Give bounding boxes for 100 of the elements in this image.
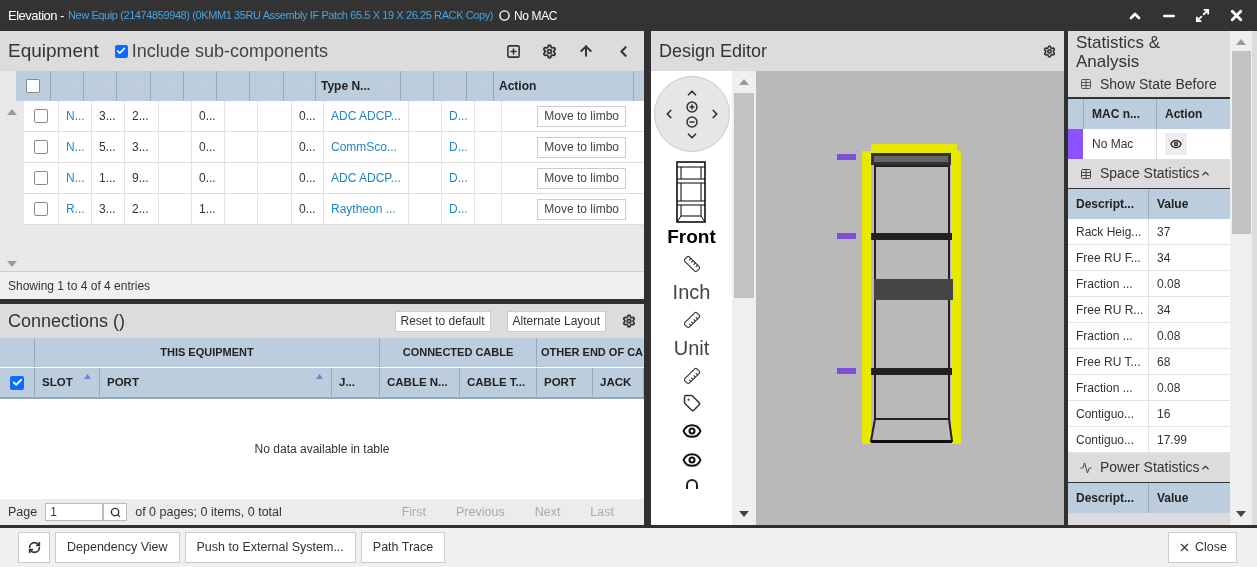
column-header[interactable]: PORT (100, 368, 332, 397)
column-header[interactable]: Value (1157, 489, 1189, 507)
checkbox[interactable] (34, 171, 48, 185)
section-title[interactable]: Show State Before (1100, 73, 1217, 95)
move-to-limbo-button[interactable]: Move to limbo (537, 167, 626, 189)
refresh-button[interactable] (18, 532, 50, 563)
scrollbar[interactable] (1230, 31, 1252, 525)
scroll-up-icon[interactable] (739, 79, 749, 85)
cell-link[interactable]: D... (449, 200, 468, 218)
section-title[interactable]: Space Statistics (1100, 163, 1200, 184)
settings-icon[interactable] (1043, 44, 1056, 58)
sort-ascending-icon[interactable] (315, 373, 324, 380)
page-field[interactable]: 1 (45, 503, 104, 521)
cell-link[interactable]: Raytheon ... (331, 200, 396, 218)
table-cell-text: 34 (1157, 301, 1171, 319)
scrollbar[interactable] (732, 71, 756, 525)
close-icon[interactable] (1228, 7, 1245, 24)
table-row[interactable]: N... 3... 2... 0... 0... ADC ADCP... D... Move to limbo (24, 101, 644, 132)
table-cell-text: 3... (99, 108, 116, 125)
checkbox[interactable] (26, 79, 40, 93)
checkbox[interactable] (34, 140, 48, 154)
close-button[interactable]: Close (1168, 532, 1237, 563)
checkmark-icon (11, 377, 23, 388)
scroll-up-icon[interactable] (1236, 39, 1246, 45)
tag-icon[interactable] (682, 394, 701, 412)
search-button[interactable] (103, 503, 128, 521)
search-icon (109, 506, 121, 518)
footer-button[interactable]: Path Trace (360, 532, 446, 563)
table-cell-text: 0... (299, 139, 316, 156)
rack-front-icon[interactable] (676, 161, 707, 223)
cell-link[interactable]: R... (66, 200, 85, 218)
cell-link[interactable]: ADC ADCP... (331, 169, 401, 187)
footer-button[interactable]: Push to External System... (184, 532, 356, 563)
cell-link[interactable]: D... (449, 169, 468, 187)
arch-icon[interactable] (684, 479, 699, 489)
column-header[interactable]: Action (1165, 105, 1203, 123)
table-cell-text: 17.99 (1157, 431, 1188, 449)
view-button[interactable] (1165, 133, 1187, 155)
zoom-out-icon[interactable] (685, 115, 698, 128)
table-row[interactable]: N... 1... 9... 0... 0... ADC ADCP... D... Move to limbo (24, 163, 644, 194)
table-row[interactable]: N... 5... 3... 0... 0... CommSco... D... Move to limbo (24, 132, 644, 163)
table-cell-text: 68 (1157, 353, 1171, 371)
group-header: THIS EQUIPMENT (160, 345, 254, 361)
circle-icon (499, 10, 511, 21)
layout-button[interactable]: Alternate Layout (506, 310, 606, 332)
table-cell-text: 1... (99, 170, 116, 187)
table-cell-text: 0... (299, 108, 316, 125)
equipment-link[interactable]: New Equip (21474859948) (0KMM1 35RU Assembly IF Patch 65.5 X 19 X 26.25 RACK Copy) (67, 7, 494, 24)
table-cell-text: Fraction ... (1076, 379, 1133, 397)
cell-link[interactable]: D... (449, 107, 468, 125)
arrow-up-icon[interactable] (578, 43, 594, 59)
table-cell-text: Free RU F... (1076, 249, 1141, 267)
settings-icon[interactable] (542, 43, 557, 59)
column-header[interactable]: Descript... (1076, 195, 1135, 213)
table-cell-text: 0.08 (1157, 275, 1181, 293)
footer-button[interactable]: Dependency View (55, 532, 180, 563)
column-header[interactable]: CABLE T... (460, 368, 537, 397)
column-header[interactable]: Value (1157, 195, 1189, 213)
ruler-icon[interactable] (682, 255, 701, 273)
table-cell-text: 34 (1157, 249, 1171, 267)
move-to-limbo-button[interactable]: Move to limbo (537, 105, 626, 127)
column-header[interactable]: J... (332, 368, 380, 397)
include-sub-components-checkbox[interactable]: Include sub-components (114, 37, 328, 65)
cell-link[interactable]: ADC ADCP... (331, 107, 401, 125)
settings-icon[interactable] (622, 314, 636, 328)
ruler-icon[interactable] (682, 367, 701, 385)
chevron-up-icon[interactable] (1199, 462, 1211, 473)
cell-link[interactable]: N... (66, 138, 85, 156)
scroll-down-icon[interactable] (1236, 511, 1246, 517)
column-header[interactable]: PORT (537, 368, 593, 397)
table-cell-text: Fraction ... (1076, 275, 1133, 293)
column-header[interactable]: MAC n... (1092, 105, 1140, 123)
column-header[interactable]: JACK (593, 368, 644, 397)
scroll-up-icon[interactable] (7, 109, 17, 115)
cell-link[interactable]: D... (449, 138, 468, 156)
cell-link[interactable]: N... (66, 107, 85, 125)
chevron-up-icon[interactable] (1199, 168, 1211, 179)
checkbox[interactable] (34, 109, 48, 123)
sort-ascending-icon[interactable] (83, 373, 92, 380)
eye-icon[interactable] (681, 450, 702, 470)
column-header[interactable]: SLOT (35, 368, 100, 397)
section-title[interactable]: Power Statistics (1100, 457, 1200, 478)
eye-icon[interactable] (681, 421, 702, 441)
zoom-in-icon[interactable] (685, 100, 698, 113)
move-to-limbo-button[interactable]: Move to limbo (537, 198, 626, 220)
maximize-icon[interactable] (1195, 8, 1210, 23)
cell-link[interactable]: CommSco... (331, 138, 397, 156)
layout-button[interactable]: Reset to default (394, 310, 491, 332)
table-icon (1080, 167, 1092, 180)
column-header[interactable]: CABLE N... (380, 368, 460, 397)
checkbox[interactable] (10, 375, 24, 390)
move-to-limbo-button[interactable]: Move to limbo (537, 136, 626, 158)
ruler-icon[interactable] (682, 311, 701, 329)
checkbox[interactable] (34, 202, 48, 216)
add-icon[interactable] (506, 43, 521, 59)
table-row[interactable]: R... 3... 2... 1... 0... Raytheon ... D... Move to limbo (24, 194, 644, 225)
scroll-down-icon[interactable] (739, 511, 749, 517)
column-header[interactable]: Descript... (1076, 489, 1135, 507)
cell-link[interactable]: N... (66, 169, 85, 187)
table-cell-text: 0... (199, 170, 216, 187)
